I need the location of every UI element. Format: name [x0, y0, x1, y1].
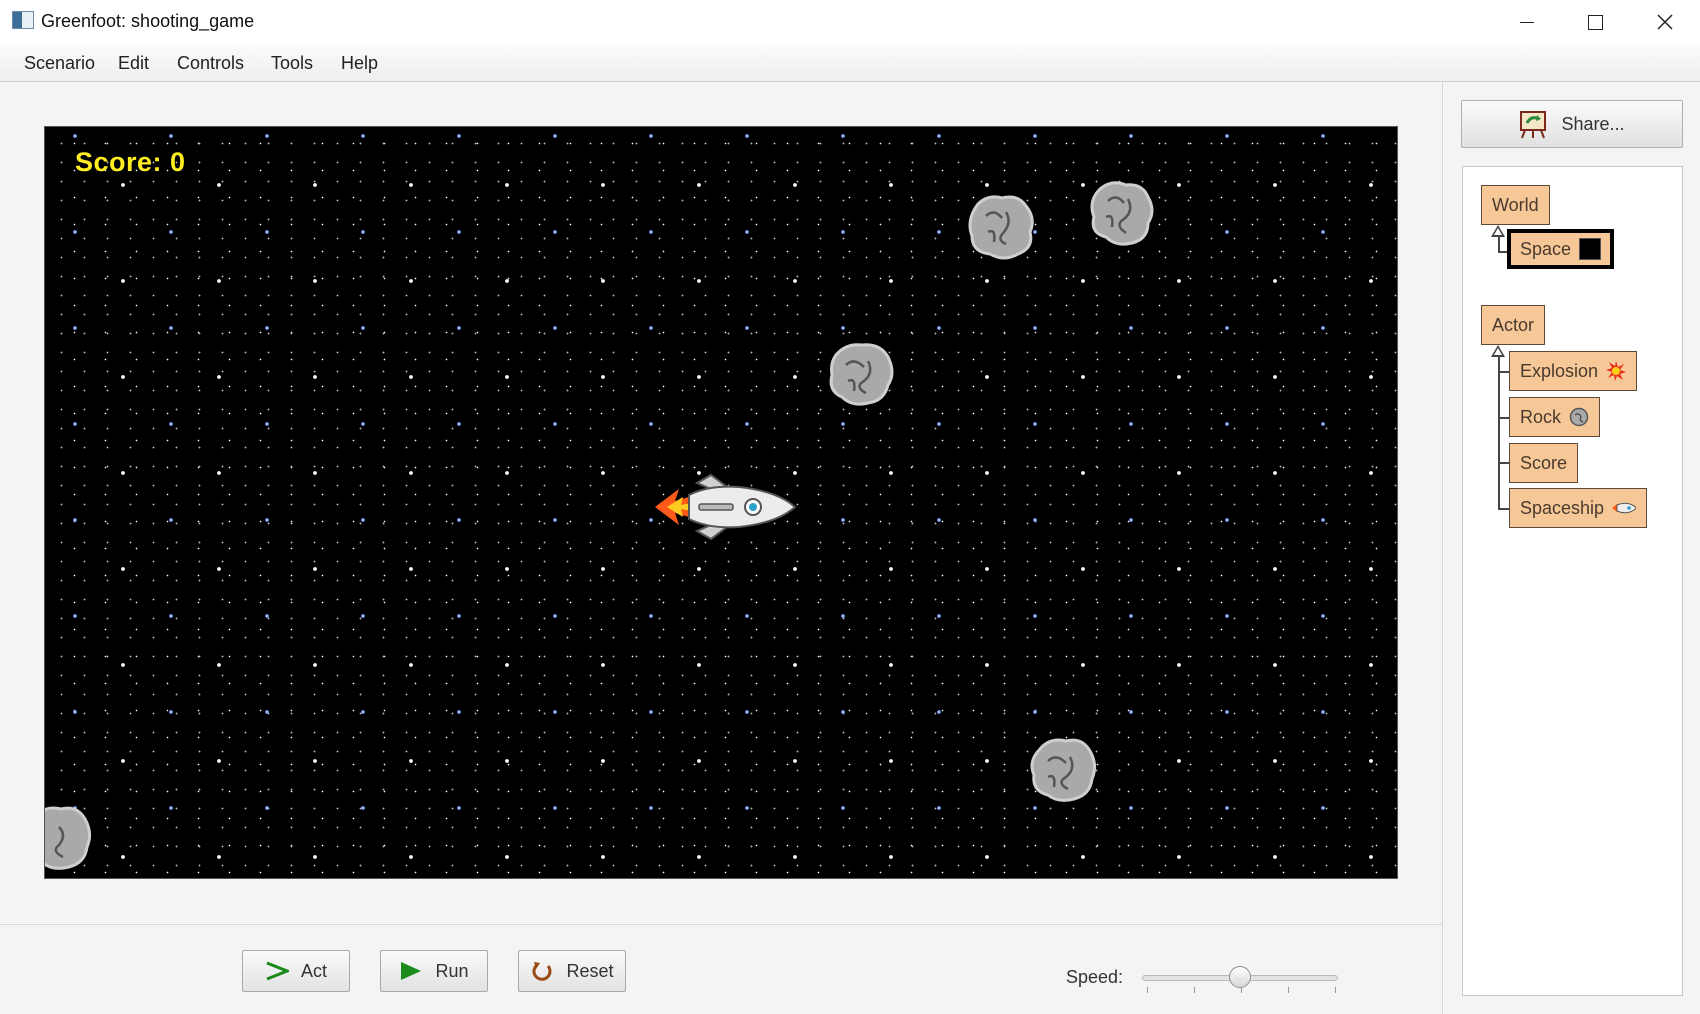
maximize-button[interactable]: [1560, 0, 1630, 44]
rock-actor[interactable]: [44, 803, 93, 871]
act-button[interactable]: Act: [242, 950, 350, 992]
tree-line: [1498, 236, 1500, 251]
rock-thumbnail-icon: [1569, 407, 1589, 427]
menu-bar: Scenario Edit Controls Tools Help: [0, 44, 1700, 82]
speed-tick: [1335, 987, 1336, 993]
class-actor[interactable]: Actor: [1481, 305, 1546, 345]
menu-edit[interactable]: Edit: [118, 53, 149, 74]
class-space-label: Space: [1520, 238, 1572, 259]
speed-tick: [1288, 987, 1289, 993]
close-button[interactable]: [1630, 0, 1700, 44]
rock-actor[interactable]: [1086, 179, 1156, 247]
score-display: Score: 0: [75, 147, 186, 177]
menu-controls[interactable]: Controls: [177, 53, 244, 74]
menu-help[interactable]: Help: [341, 53, 378, 74]
title-bar: Greenfoot: shooting_game: [0, 0, 1700, 44]
greenfoot-app-icon: [12, 11, 34, 29]
run-icon: [399, 959, 423, 983]
class-world-label: World: [1492, 194, 1539, 215]
tree-line: [1498, 356, 1500, 508]
share-button[interactable]: Share...: [1461, 100, 1683, 148]
class-rock[interactable]: Rock: [1509, 397, 1601, 437]
reset-icon: [530, 959, 554, 983]
run-label: Run: [435, 960, 469, 981]
close-icon: [1657, 14, 1673, 30]
act-label: Act: [300, 960, 327, 981]
right-panel: Share... World Space Actor Explosion Roc…: [1442, 82, 1700, 1014]
class-spaceship-label: Spaceship: [1520, 497, 1605, 518]
share-easel-icon: [1520, 111, 1547, 139]
class-explosion[interactable]: Explosion: [1509, 351, 1638, 391]
class-diagram: World Space Actor Explosion Rock Score S…: [1462, 166, 1683, 996]
speed-tick: [1147, 987, 1148, 993]
space-thumbnail-icon: [1579, 238, 1602, 260]
spaceship-thumbnail-icon: [1612, 502, 1637, 514]
speed-slider-thumb[interactable]: [1229, 966, 1251, 988]
explosion-icon: [1606, 361, 1627, 381]
rock-actor[interactable]: [826, 339, 896, 407]
reset-label: Reset: [566, 960, 614, 981]
class-spaceship[interactable]: Spaceship: [1509, 488, 1648, 528]
class-world[interactable]: World: [1481, 185, 1550, 225]
class-actor-label: Actor: [1492, 314, 1535, 335]
class-rock-label: Rock: [1520, 406, 1562, 427]
rock-actor[interactable]: [1028, 735, 1098, 803]
menu-scenario[interactable]: Scenario: [24, 53, 95, 74]
class-score[interactable]: Score: [1509, 443, 1579, 483]
execution-controls: Act Run Reset Speed:: [0, 924, 1442, 1014]
speed-tick: [1194, 987, 1195, 993]
spaceship-actor[interactable]: [649, 467, 799, 547]
reset-button[interactable]: Reset: [518, 950, 626, 992]
speed-label: Speed:: [1066, 967, 1124, 987]
class-space[interactable]: Space: [1507, 229, 1615, 269]
class-explosion-label: Explosion: [1520, 360, 1599, 381]
minimize-button[interactable]: [1492, 0, 1562, 44]
run-button[interactable]: Run: [380, 950, 488, 992]
rock-actor[interactable]: [966, 192, 1036, 260]
menu-tools[interactable]: Tools: [271, 53, 313, 74]
world-canvas[interactable]: Score: 0: [44, 126, 1398, 879]
window-title: Greenfoot: shooting_game: [41, 11, 255, 31]
share-label: Share...: [1561, 113, 1625, 134]
class-score-label: Score: [1520, 452, 1568, 473]
act-icon: [265, 959, 289, 983]
